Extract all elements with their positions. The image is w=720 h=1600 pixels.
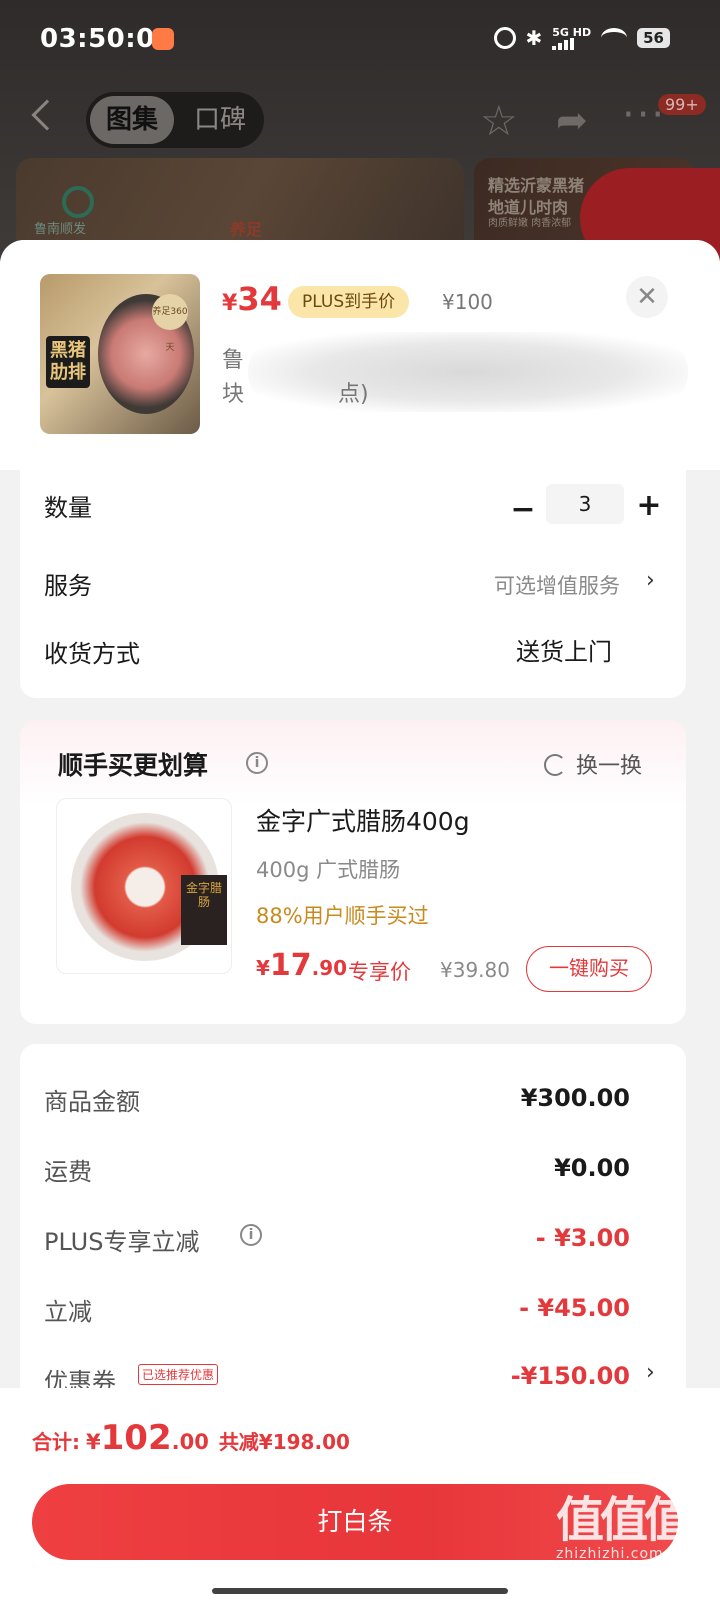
purchase-sheet: 黑猪肋排 养足360天 ¥34 PLUS到手价 ¥100 ✕ 鲁 块 点) 数量… [0,240,720,1600]
quantity-label: 数量 [44,494,92,522]
delivery-value[interactable]: 送货上门 [516,632,612,667]
original-price: ¥100 [442,290,493,314]
summary-value-plus: - ¥3.00 [535,1224,630,1252]
status-bar: 03:50:01 ✱ 5G HD 56 [0,0,720,80]
message-badge: 99+ [658,94,706,115]
tab-reviews[interactable]: 口碑 [178,96,262,144]
gallery-side-line1: 精选沂蒙黑猪 [488,176,585,195]
bundle-item-name[interactable]: 金字广式腊肠400g [256,802,470,838]
chevron-right-icon[interactable]: › [646,1360,655,1385]
summary-value-coupon[interactable]: -¥150.00 [511,1362,630,1390]
plus-price-tag: PLUS到手价 [288,286,410,318]
bundle-item-stat: 88%用户顺手买过 [256,904,429,928]
bundle-price-currency: ¥ [256,956,270,980]
privacy-blur [248,332,688,412]
bundle-item-image[interactable]: 金字腊肠 [56,798,232,974]
service-label: 服务 [44,572,92,600]
total-saved: 共减¥198.00 [218,1430,350,1454]
watermark: 值值值 zhizhizhi.com [556,1480,692,1562]
info-icon[interactable]: i [246,752,268,774]
bundle-title: 顺手买更划算 [58,751,209,780]
close-icon[interactable]: ✕ [626,276,668,318]
delivery-label: 收货方式 [44,640,140,668]
options-card: 数量 − 3 + 服务 可选增值服务 › 收货方式 送货上门 [20,454,686,698]
bundle-item-price: ¥17.90 [256,948,347,983]
product-price: ¥34 [222,280,282,318]
gallery-side-line3: 肉质鲜嫩 肉香浓郁 [488,218,572,229]
tab-gallery[interactable]: 图集 [90,96,174,144]
one-click-buy-button[interactable]: 一键购买 [526,946,652,992]
bluetooth-icon: ✱ [525,26,543,50]
refresh-label: 换一换 [576,754,643,779]
quantity-increase-button[interactable]: + [634,488,664,523]
service-value[interactable]: 可选增值服务 [494,570,620,600]
share-icon[interactable]: ➦ [556,98,588,142]
total-currency: ¥ [86,1430,101,1454]
product-name-tail: 点) [338,382,369,407]
product-name-line1: 鲁 [222,348,245,373]
app-notification-icon [152,28,174,50]
refresh-button[interactable]: 换一换 [544,748,642,780]
watermark-logo: 值值值 [556,1492,692,1548]
product-name-line2: 块 [222,382,245,407]
bundle-price-int: 17 [269,948,312,983]
coupon-tag: 已选推荐优惠 [138,1364,219,1385]
product-thumbnail[interactable]: 黑猪肋排 养足360天 [40,274,200,434]
summary-label-goods: 商品金额 [44,1088,140,1116]
summary-value-goods: ¥300.00 [520,1084,630,1112]
price-value: 34 [237,280,282,318]
summary-label-shipping: 运费 [44,1158,92,1186]
signal-icon: 5G HD [552,27,591,50]
bundle-price-dec: .90 [311,956,348,980]
sausage-pack: 金字腊肠 [181,875,227,945]
chevron-right-icon[interactable]: › [646,568,655,593]
alarm-icon [493,27,516,49]
brand-logo-icon [62,186,94,218]
price-currency: ¥ [222,291,238,316]
summary-value-shipping: ¥0.00 [554,1154,630,1182]
thumb-seal: 养足360天 [152,294,188,353]
view-tabs: 图集 口碑 [86,92,264,148]
favorite-icon[interactable]: ☆ [480,96,518,145]
wifi-icon [601,28,628,48]
bundle-item-spec: 400g 广式腊肠 [256,858,401,882]
total-label: 合计: [32,1430,80,1454]
bundle-price-tag: 专享价 [348,960,411,984]
quantity-input[interactable]: 3 [546,484,624,524]
bundle-card: 顺手买更划算 i 换一换 金字腊肠 金字广式腊肠400g 400g 广式腊肠 8… [20,720,686,1024]
thumb-label: 黑猪肋排 [46,336,90,388]
status-icons: ✱ 5G HD 56 [493,26,670,50]
summary-card: 商品金额 ¥300.00 运费 ¥0.00 PLUS专享立减 i - ¥3.00… [20,1044,686,1444]
order-total: 合计: ¥102.00 共减¥198.00 [32,1418,350,1458]
summary-value-discount: - ¥45.00 [519,1294,630,1322]
quantity-decrease-button[interactable]: − [508,492,538,527]
total-int: 102 [100,1418,172,1458]
gallery-brand: 鲁南顺发 [34,222,87,237]
product-name: 鲁 块 点) [222,332,688,412]
bundle-original-price: ¥39.80 [440,958,510,982]
sheet-header: 黑猪肋排 养足360天 ¥34 PLUS到手价 ¥100 ✕ 鲁 块 点) [0,240,720,470]
total-dec: .00 [171,1430,209,1454]
gallery-tag: 养足 [230,220,263,239]
summary-label-plus: PLUS专享立减 [44,1228,200,1256]
refresh-icon [544,754,566,776]
info-icon[interactable]: i [240,1224,262,1246]
home-indicator[interactable] [212,1588,508,1594]
battery-icon: 56 [637,28,670,48]
summary-label-discount: 立减 [44,1298,92,1326]
